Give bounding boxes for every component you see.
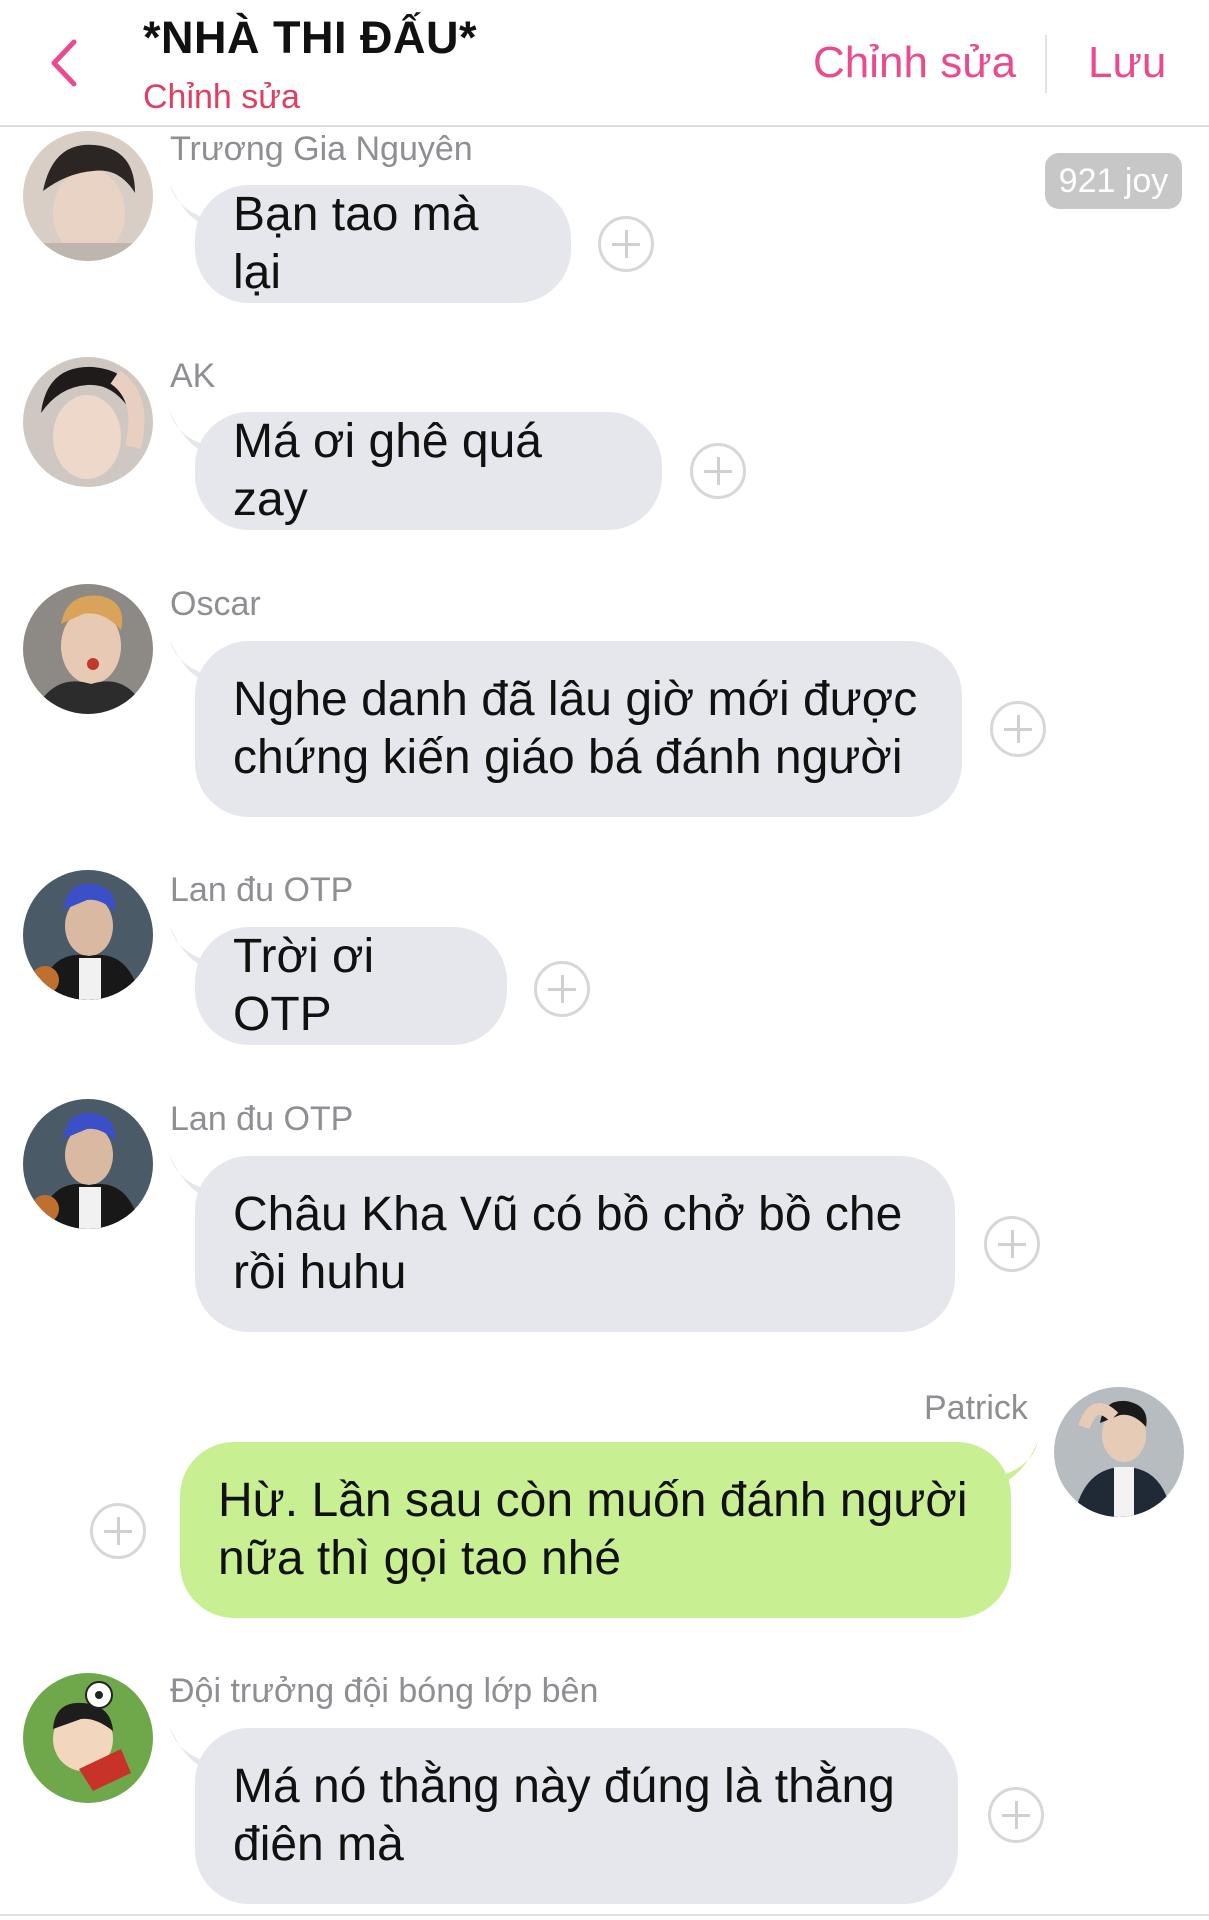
- message-bubble[interactable]: Trời ơi OTP: [195, 927, 507, 1045]
- chat-header: *NHÀ THI ĐẤU* Chỉnh sửa Chỉnh sửa Lưu: [0, 0, 1209, 127]
- message-text: Trời ơi OTP: [233, 930, 375, 1041]
- plus-icon[interactable]: [984, 1216, 1040, 1272]
- sender-name: Lan đu OTP: [170, 871, 354, 909]
- message-text: Hừ. Lần sau còn muốn đánh người nữa thì …: [218, 1474, 968, 1585]
- message-bubble[interactable]: Hừ. Lần sau còn muốn đánh người nữa thì …: [180, 1442, 1011, 1618]
- avatar[interactable]: [23, 357, 153, 487]
- sender-name: Oscar: [170, 585, 261, 623]
- message-text: Châu Kha Vũ có bồ chở bồ che rồi huhu: [233, 1188, 903, 1299]
- avatar[interactable]: [23, 1099, 153, 1229]
- avatar[interactable]: [23, 870, 153, 1000]
- message-text: Nghe danh đã lâu giờ mới được chứng kiến…: [233, 673, 918, 784]
- chat-title: *NHÀ THI ĐẤU*: [143, 12, 478, 63]
- header-divider: [1045, 35, 1047, 93]
- message-text: Má nó thằng này đúng là thằng điên mà: [233, 1760, 895, 1871]
- sender-name: Đội trưởng đội bóng lớp bên: [170, 1672, 599, 1710]
- sender-name: Patrick: [924, 1389, 1028, 1427]
- avatar[interactable]: [23, 584, 153, 714]
- message-bubble[interactable]: Nghe danh đã lâu giờ mới được chứng kiến…: [195, 641, 962, 817]
- message-bubble[interactable]: Má ơi ghê quá zay: [195, 412, 662, 530]
- avatar[interactable]: [1054, 1387, 1184, 1517]
- message-bubble[interactable]: Châu Kha Vũ có bồ chở bồ che rồi huhu: [195, 1156, 955, 1332]
- joy-badge: 921 joy: [1045, 153, 1182, 209]
- message-bubble[interactable]: Má nó thằng này đúng là thằng điên mà: [195, 1728, 958, 1904]
- sender-name: AK: [170, 357, 216, 395]
- plus-icon[interactable]: [988, 1787, 1044, 1843]
- save-button[interactable]: Lưu: [1088, 38, 1166, 88]
- plus-icon[interactable]: [90, 1503, 146, 1559]
- message-text: Má ơi ghê quá zay: [233, 415, 542, 526]
- sender-name: Trương Gia Nguyên: [170, 130, 473, 168]
- plus-icon[interactable]: [690, 443, 746, 499]
- chevron-left-icon[interactable]: [44, 36, 84, 90]
- bottom-divider: [0, 1914, 1209, 1916]
- plus-icon[interactable]: [598, 216, 654, 272]
- plus-icon[interactable]: [990, 701, 1046, 757]
- avatar[interactable]: [23, 1673, 153, 1803]
- chat-subtitle[interactable]: Chỉnh sửa: [143, 78, 300, 117]
- message-text: Bạn tao mà lại: [233, 188, 479, 299]
- plus-icon[interactable]: [534, 961, 590, 1017]
- avatar[interactable]: [23, 131, 153, 261]
- edit-button[interactable]: Chỉnh sửa: [813, 38, 1016, 88]
- sender-name: Lan đu OTP: [170, 1100, 354, 1138]
- message-bubble[interactable]: Bạn tao mà lại: [195, 185, 571, 303]
